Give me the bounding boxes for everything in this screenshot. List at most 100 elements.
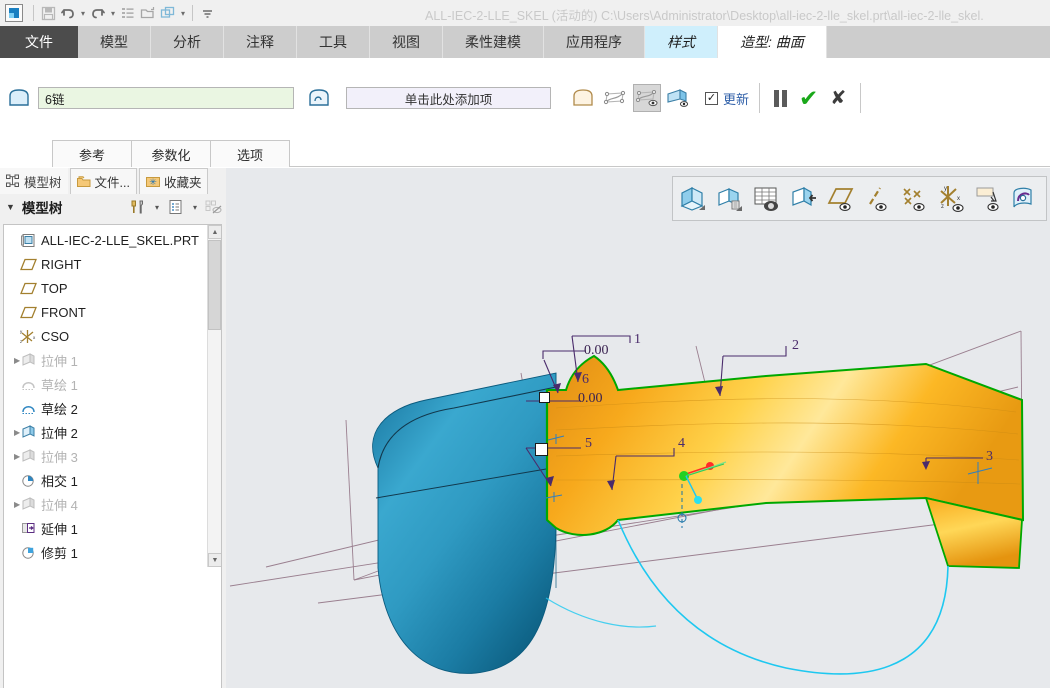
surface-mesh-icon[interactable] — [601, 84, 629, 112]
spin-center-icon[interactable] — [1008, 179, 1044, 219]
view-normal-icon[interactable] — [786, 179, 822, 219]
tree-item-extrude-1[interactable]: ▶ 拉伸 1 — [4, 348, 221, 372]
update-checkbox-group[interactable]: ✓ 更新 — [705, 89, 749, 108]
model-tree-list: ▶ ALL-IEC-2-LLE_SKEL.PRT ▶ RIGHT ▶ — [4, 225, 221, 564]
model-tree-toolbar: ▼ 模型树 ▾ ▾ — [0, 194, 225, 220]
model-tree-icon — [6, 174, 20, 188]
tree-item-label: 拉伸 4 — [41, 497, 78, 513]
curve-collector-icon — [8, 89, 30, 107]
tree-item-label: ALL-IEC-2-LLE_SKEL.PRT — [41, 232, 199, 248]
window-icon[interactable] — [158, 3, 178, 23]
undo-icon[interactable] — [58, 3, 78, 23]
tree-item-part[interactable]: ▶ ALL-IEC-2-LLE_SKEL.PRT — [4, 228, 221, 252]
subtab-parametric[interactable]: 参数化 — [131, 140, 211, 167]
tab-file[interactable]: 文件 — [0, 26, 78, 58]
scroll-thumb[interactable] — [208, 240, 221, 330]
nav-tab-model-tree[interactable]: 模型树 — [0, 168, 68, 194]
redo-icon[interactable] — [88, 3, 108, 23]
tab-analysis[interactable]: 分析 — [151, 26, 224, 58]
tree-item-sketch-1[interactable]: ▶ 草绘 1 — [4, 372, 221, 396]
dimension-value-1[interactable]: 0.00 — [584, 343, 609, 359]
scroll-down-arrow[interactable]: ▼ — [208, 553, 221, 567]
tree-item-intersect-1[interactable]: ▶ 相交 1 — [4, 468, 221, 492]
coordinate-system-display-icon[interactable]: y z x — [934, 179, 970, 219]
tree-expander[interactable]: ▶ — [4, 428, 20, 437]
window-title: ALL-IEC-2-LLE_SKEL (活动的) C:\Users\Admini… — [425, 9, 984, 23]
coordinate-system-icon: yzx — [18, 329, 38, 344]
tree-item-trim-1[interactable]: ▶ 修剪 1 — [4, 540, 221, 564]
layer-table-icon[interactable] — [749, 179, 785, 219]
chain-collector-field[interactable]: 6链 — [38, 87, 294, 109]
display-dropdown-caret[interactable]: ▾ — [189, 203, 201, 212]
tree-expander[interactable]: ▶ — [4, 356, 20, 365]
scroll-up-arrow[interactable]: ▲ — [208, 225, 221, 239]
nav-tab-folder-browser[interactable]: 文件... — [69, 168, 137, 194]
tab-model[interactable]: 模型 — [78, 26, 151, 58]
nav-tab-favorites[interactable]: ✳ 收藏夹 — [138, 168, 209, 194]
tree-expander[interactable]: ▶ — [4, 500, 20, 509]
extrude-icon — [18, 425, 38, 439]
model-tree-scrollbar[interactable]: ▲ ▼ — [207, 225, 221, 567]
datum-plane-display-icon[interactable] — [823, 179, 859, 219]
tab-applications[interactable]: 应用程序 — [544, 26, 645, 58]
add-item-field[interactable]: 单击此处添加项 — [346, 87, 551, 109]
nav-tab-label-favorites: 收藏夹 — [163, 176, 202, 190]
tab-view[interactable]: 视图 — [370, 26, 443, 58]
dimension-value-2[interactable]: 0.00 — [578, 391, 603, 407]
tree-item-extrude-4[interactable]: ▶ 拉伸 4 — [4, 492, 221, 516]
annotation-label-3: 3 — [986, 449, 993, 464]
datum-plane-icon — [18, 282, 38, 295]
window-dropdown-caret[interactable]: ▾ — [178, 9, 188, 18]
tab-tools[interactable]: 工具 — [297, 26, 370, 58]
settings-tools-icon[interactable] — [127, 197, 149, 217]
surface-control-handle[interactable] — [539, 392, 550, 403]
surface-preview-icon[interactable] — [569, 84, 597, 112]
tree-item-extrude-3[interactable]: ▶ 拉伸 3 — [4, 444, 221, 468]
update-checkbox[interactable]: ✓ — [705, 91, 718, 105]
pause-button[interactable] — [774, 89, 788, 107]
tree-expander: ▶ — [4, 524, 18, 533]
save-icon[interactable] — [38, 3, 58, 23]
tree-item-sketch-2[interactable]: ▶ 草绘 2 — [4, 396, 221, 420]
settings-dropdown-caret[interactable]: ▾ — [151, 203, 163, 212]
toolbar-divider-2 — [192, 5, 194, 21]
cancel-button[interactable]: ✘ — [830, 89, 846, 108]
open-icon[interactable] — [138, 3, 158, 23]
tree-item-extrude-2[interactable]: ▶ 拉伸 2 — [4, 420, 221, 444]
tree-expander: ▶ — [4, 308, 18, 317]
accept-button[interactable]: ✔ — [799, 86, 818, 110]
tree-expander[interactable]: ▶ — [4, 452, 20, 461]
tab-style[interactable]: 样式 — [645, 26, 718, 58]
trim-curve — [617, 519, 949, 675]
subtab-options[interactable]: 选项 — [210, 140, 290, 167]
extrude-icon — [18, 497, 38, 511]
view-manager-icon[interactable] — [675, 179, 711, 219]
regenerate-icon[interactable] — [118, 3, 138, 23]
toolbar-divider — [33, 5, 34, 21]
subtab-reference[interactable]: 参考 — [52, 140, 132, 167]
annotation-display-icon[interactable] — [971, 179, 1007, 219]
trim-icon — [18, 545, 38, 559]
saved-views-icon[interactable] — [712, 179, 748, 219]
tree-item-cso[interactable]: ▶ yzx CSO — [4, 324, 221, 348]
shaded-preview-icon[interactable] — [665, 84, 693, 112]
datum-point-display-icon[interactable] — [897, 179, 933, 219]
datum-axis-display-icon[interactable] — [860, 179, 896, 219]
tree-item-front[interactable]: ▶ FRONT — [4, 300, 221, 324]
redo-dropdown-caret[interactable]: ▾ — [108, 9, 118, 18]
model-tree-collapse-caret[interactable]: ▼ — [6, 202, 15, 212]
tab-contextual-surface[interactable]: 造型: 曲面 — [718, 26, 826, 58]
surface-mesh-visibility-icon[interactable] — [633, 84, 661, 112]
display-list-icon[interactable] — [165, 197, 187, 217]
tree-item-extend-1[interactable]: ▶ 延伸 1 — [4, 516, 221, 540]
app-logo-icon[interactable] — [5, 4, 23, 22]
customize-quick-access-caret[interactable] — [197, 3, 217, 23]
tree-item-top[interactable]: ▶ TOP — [4, 276, 221, 300]
tree-item-right[interactable]: ▶ RIGHT — [4, 252, 221, 276]
graphics-viewport[interactable]: 1 2 3 4 5 6 0.00 0.00 野火论坛 www.proewildf… — [226, 168, 1050, 688]
surface-control-handle[interactable] — [535, 443, 548, 456]
tab-annotate[interactable]: 注释 — [224, 26, 297, 58]
tree-filter-icon[interactable] — [203, 197, 225, 217]
undo-dropdown-caret[interactable]: ▾ — [78, 9, 88, 18]
tab-flexible-modeling[interactable]: 柔性建模 — [443, 26, 544, 58]
